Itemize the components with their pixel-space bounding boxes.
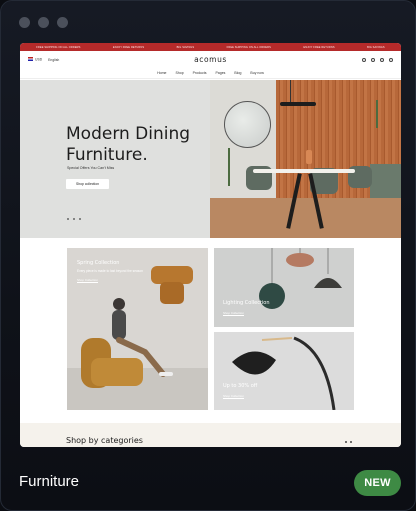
main-nav: Home Shop Products Pages Blog Buy now [20, 68, 401, 79]
pagination-dot[interactable] [73, 218, 75, 220]
promo-text: ENJOY FREE RETURNS [303, 45, 335, 49]
pagination-dot[interactable] [67, 218, 69, 220]
tile-caption: Spring Collection [77, 260, 120, 266]
collection-grid: Spring Collection Every piece is made to… [20, 248, 401, 413]
site-header: USD English acomus [20, 51, 401, 68]
nav-item-pages[interactable]: Pages [215, 71, 225, 75]
hero-text-panel: Modern Dining Furniture. Special Offers … [20, 80, 210, 238]
shop-collection-link[interactable]: Shop Collection [223, 394, 245, 399]
shop-collection-link[interactable]: Shop Collection [223, 311, 245, 316]
tile-description: Every piece is made to last beyond the s… [77, 269, 143, 273]
currency-select[interactable]: USD [28, 57, 42, 62]
plant [376, 100, 378, 128]
section-title: Shop by categories [66, 436, 143, 445]
tile-caption: Lighting Collection [223, 300, 270, 306]
new-badge: NEW [354, 470, 401, 496]
hero-title-line: Furniture. [66, 145, 148, 165]
hero-title: Modern Dining Furniture. [66, 124, 190, 166]
dining-table [253, 169, 355, 173]
user-icon[interactable] [371, 57, 375, 62]
promo-text: BIG SAVINGS [176, 45, 195, 49]
promo-text: BIG SAVINGS [367, 45, 385, 49]
lighting-collection-tile[interactable]: Lighting Collection Shop Collection [214, 248, 354, 327]
pendant-lamp [280, 102, 316, 106]
nav-item-blog[interactable]: Blog [234, 71, 241, 75]
nav-item-shop[interactable]: Shop [175, 71, 183, 75]
wishlist-icon[interactable] [380, 57, 384, 62]
carousel-pagination[interactable] [345, 441, 352, 443]
pendant-cord [290, 80, 291, 102]
sale-tile[interactable]: Up to 30% off Shop Collection [214, 332, 354, 410]
window-dot-close [19, 17, 30, 28]
search-icon[interactable] [362, 57, 366, 62]
hero-banner: Modern Dining Furniture. Special Offers … [20, 80, 401, 238]
template-title: Furniture [19, 473, 80, 490]
round-mirror [224, 101, 271, 148]
shop-collection-link[interactable]: Shop Collection [77, 278, 99, 283]
promo-bar: FREE SHIPPING ON ALL ORDERS ENJOY FREE R… [20, 43, 401, 51]
hero-pagination[interactable] [67, 218, 81, 220]
floor [210, 198, 401, 238]
vase [306, 150, 312, 164]
nav-item-home[interactable]: Home [157, 71, 166, 75]
site-preview[interactable]: FREE SHIPPING ON ALL ORDERS ENJOY FREE R… [20, 43, 401, 447]
site-logo[interactable]: acomus [194, 55, 227, 64]
spring-collection-tile[interactable]: Spring Collection Every piece is made to… [67, 248, 208, 410]
cart-icon[interactable] [389, 57, 393, 62]
promo-text: FREE SHIPPING ON ALL ORDERS [226, 45, 271, 49]
plant [228, 148, 230, 186]
nav-item-buy-now[interactable]: Buy now [250, 71, 263, 75]
pagination-dot[interactable] [345, 441, 347, 443]
shop-collection-button[interactable]: Shop collection [66, 179, 109, 189]
language-select[interactable]: English [48, 58, 59, 62]
promo-text: FREE SHIPPING ON ALL ORDERS [36, 45, 81, 49]
dining-room-image [210, 80, 401, 238]
promo-text: ENJOY FREE RETURNS [112, 45, 145, 49]
categories-section: Shop by categories [20, 423, 401, 447]
window-dot-minimize [38, 17, 49, 28]
flag-icon [28, 57, 33, 61]
hero-subtitle: Special Offers You Can't Miss [67, 166, 115, 170]
pagination-dot[interactable] [79, 218, 81, 220]
template-card[interactable]: FREE SHIPPING ON ALL ORDERS ENJOY FREE R… [0, 0, 416, 511]
wall-shelf [370, 164, 401, 198]
hero-title-line: Modern Dining [66, 124, 191, 144]
pagination-dot[interactable] [350, 441, 352, 443]
window-dot-maximize [57, 17, 68, 28]
window-controls [19, 17, 68, 28]
nav-item-products[interactable]: Products [193, 71, 207, 75]
tile-caption: Up to 30% off [223, 383, 258, 389]
